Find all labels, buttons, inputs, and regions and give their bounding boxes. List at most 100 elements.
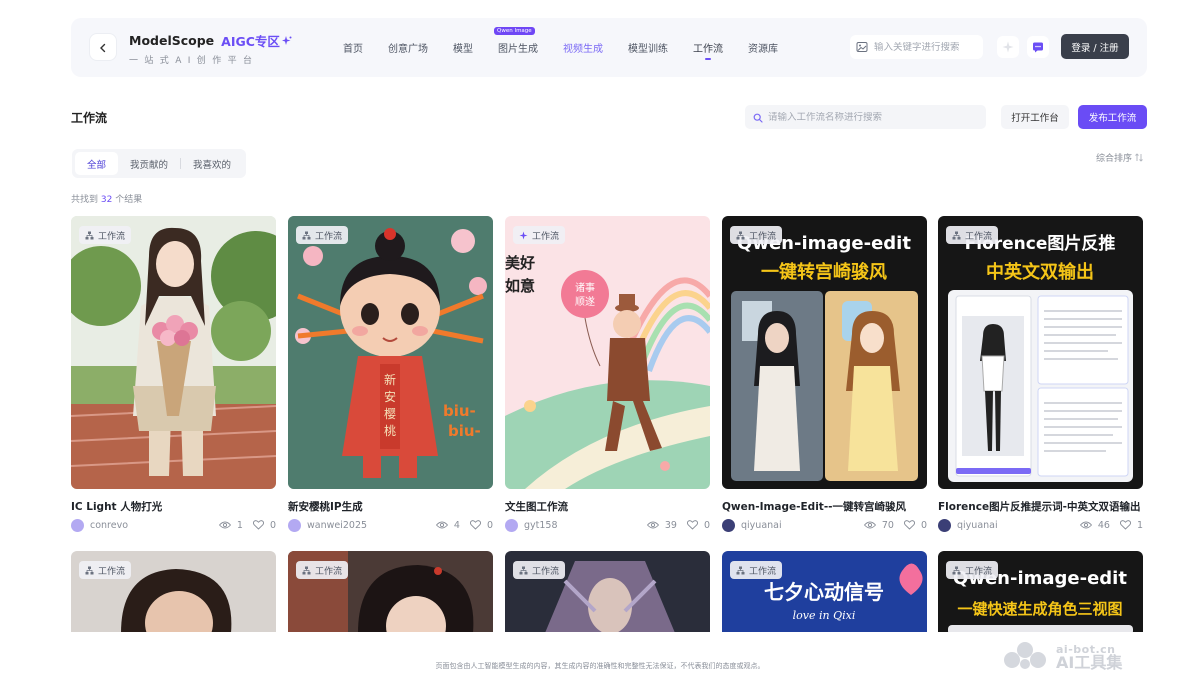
card-thumbnail[interactable]: Qwen-image-edit 一键转宫崎骏风 工作流: [722, 216, 927, 489]
workflow-search-input[interactable]: [768, 111, 978, 123]
workflow-card[interactable]: 美好 如意 诸事 顺遂 工作流 文生图工作流 gyt158 39 0: [505, 216, 710, 532]
card-image-text: 桃: [384, 423, 396, 438]
workflow-card[interactable]: 七夕心动信号 love in Qixi 工作流: [722, 551, 927, 633]
nav-active-indicator: [705, 58, 711, 60]
workflow-icon: [952, 566, 961, 575]
heart-icon: [469, 520, 481, 530]
like-count[interactable]: 0: [686, 519, 710, 531]
header-search-input[interactable]: [874, 41, 982, 53]
card-title[interactable]: Qwen-Image-Edit--一键转宫崎骏风: [722, 499, 927, 514]
avatar[interactable]: [288, 518, 301, 532]
eye-icon: [646, 521, 659, 529]
workflow-icon: [736, 566, 745, 575]
view-count-value: 70: [881, 519, 894, 531]
view-count: 4: [435, 520, 460, 531]
card-image-text: 一键转宫崎骏风: [761, 261, 887, 283]
back-button[interactable]: [89, 33, 117, 61]
tab-my-favorites[interactable]: 我喜欢的: [181, 152, 243, 175]
nav-image-generation-label: 图片生成: [498, 44, 538, 55]
eye-icon: [863, 521, 876, 529]
like-count-value: 0: [486, 519, 493, 531]
workflow-card[interactable]: 工作流: [71, 551, 276, 633]
card-image-text: 七夕心动信号: [764, 580, 884, 604]
avatar[interactable]: [71, 518, 84, 532]
heart-icon: [1119, 520, 1131, 530]
card-meta: qiyuanai 46 1: [938, 518, 1143, 532]
sort-dropdown[interactable]: 综合排序: [1096, 151, 1143, 164]
card-title[interactable]: 文生图工作流: [505, 499, 710, 514]
nav-workflow[interactable]: 工作流: [693, 40, 723, 60]
author-name[interactable]: conrevo: [90, 520, 209, 531]
image-search-icon[interactable]: [856, 41, 868, 53]
workflow-card[interactable]: Qwen-image-edit 一键快速生成角色三视图 工作流: [938, 551, 1143, 633]
workflow-tag: 工作流: [730, 561, 783, 579]
nav-resources-label: 资源库: [748, 44, 778, 55]
avatar[interactable]: [505, 518, 518, 532]
workflow-card[interactable]: Florence图片反推 中英文双输出 工作流 Florence图片反推提示词-…: [938, 216, 1143, 532]
card-title[interactable]: IC Light 人物打光: [71, 499, 276, 514]
card-thumbnail[interactable]: 工作流: [71, 551, 276, 633]
workflow-card[interactable]: Qwen-image-edit 一键转宫崎骏风 工作流 Qwen-Image-E…: [722, 216, 927, 532]
like-count[interactable]: 0: [252, 519, 276, 531]
workflow-card[interactable]: 工作流 IC Light 人物打光 conrevo 1 0: [71, 216, 276, 532]
author-name[interactable]: qiyuanai: [957, 520, 1070, 531]
watermark: ai-bot.cn AI工具集: [1002, 640, 1122, 674]
like-count-value: 0: [703, 519, 710, 531]
card-thumbnail[interactable]: Florence图片反推 中英文双输出 工作流: [938, 216, 1143, 489]
brand-aigc-label: AIGC专区: [221, 34, 280, 49]
workflow-card[interactable]: 新 安 樱 桃 biu- biu- 工作流 新安樱桃IP生成 wanwei202…: [288, 216, 493, 532]
nav-creative-square[interactable]: 创意广场: [388, 40, 428, 55]
nav-video-generation[interactable]: 视频生成: [563, 40, 603, 55]
workflow-tag: 工作流: [946, 561, 999, 579]
view-count: 1: [218, 520, 243, 531]
spark-button[interactable]: [997, 36, 1019, 58]
avatar[interactable]: [722, 518, 735, 532]
publish-workflow-button[interactable]: 发布工作流: [1078, 105, 1147, 129]
workflow-icon: [302, 231, 311, 240]
card-title[interactable]: 新安樱桃IP生成: [288, 499, 493, 514]
card-thumbnail[interactable]: 美好 如意 诸事 顺遂 工作流: [505, 216, 710, 489]
workflow-icon: [519, 566, 528, 575]
tab-all[interactable]: 全部: [75, 152, 119, 175]
nav-image-generation[interactable]: Qwen Image 图片生成: [494, 27, 538, 55]
header-search: [850, 35, 983, 59]
card-thumbnail[interactable]: 工作流: [71, 216, 276, 489]
card-thumbnail[interactable]: 七夕心动信号 love in Qixi 工作流: [722, 551, 927, 633]
like-count[interactable]: 1: [1119, 519, 1143, 531]
card-thumbnail[interactable]: 工作流: [505, 551, 710, 633]
like-count[interactable]: 0: [903, 520, 927, 531]
nav-models[interactable]: 模型: [453, 40, 473, 55]
nav-resources[interactable]: 资源库: [748, 40, 778, 55]
like-count-value: 1: [1136, 519, 1143, 531]
sparkle-icon: [519, 231, 528, 240]
nav-model-training[interactable]: 模型训练: [628, 40, 668, 55]
workflow-tag-label: 工作流: [315, 231, 343, 242]
nav-home[interactable]: 首页: [343, 40, 363, 55]
workflow-card[interactable]: 工作流: [288, 551, 493, 633]
view-count: 39: [646, 520, 677, 531]
author-name[interactable]: wanwei2025: [307, 520, 426, 531]
brand-logo[interactable]: ModelScope AIGC专区 一站式AI创作平台: [129, 31, 292, 66]
author-name[interactable]: qiyuanai: [741, 520, 854, 531]
open-workbench-button[interactable]: 打开工作台: [1001, 105, 1069, 129]
tab-my-contributions[interactable]: 我贡献的: [118, 152, 180, 175]
login-register-button[interactable]: 登录 / 注册: [1061, 34, 1129, 59]
like-count[interactable]: 0: [469, 519, 493, 531]
avatar[interactable]: [938, 518, 951, 532]
workflow-tag: 工作流: [79, 226, 132, 244]
workflow-card[interactable]: 工作流: [505, 551, 710, 633]
watermark-title: AI工具集: [1056, 652, 1123, 672]
message-button[interactable]: [1027, 36, 1049, 58]
card-thumbnail[interactable]: 新 安 樱 桃 biu- biu- 工作流: [288, 216, 493, 489]
card-thumbnail[interactable]: 工作流: [288, 551, 493, 633]
workflow-tag-label: 工作流: [315, 566, 343, 577]
card-image-text: biu-: [443, 402, 476, 420]
workflow-tag: 工作流: [296, 561, 349, 579]
like-count-value: 0: [269, 519, 276, 531]
eye-icon: [435, 521, 448, 529]
card-thumbnail[interactable]: Qwen-image-edit 一键快速生成角色三视图 工作流: [938, 551, 1143, 633]
card-title[interactable]: Florence图片反推提示词-中英文双语输出: [938, 499, 1143, 514]
author-name[interactable]: gyt158: [524, 520, 637, 531]
workflow-tag-label: 工作流: [965, 231, 993, 242]
workflow-tag: 工作流: [946, 226, 999, 244]
